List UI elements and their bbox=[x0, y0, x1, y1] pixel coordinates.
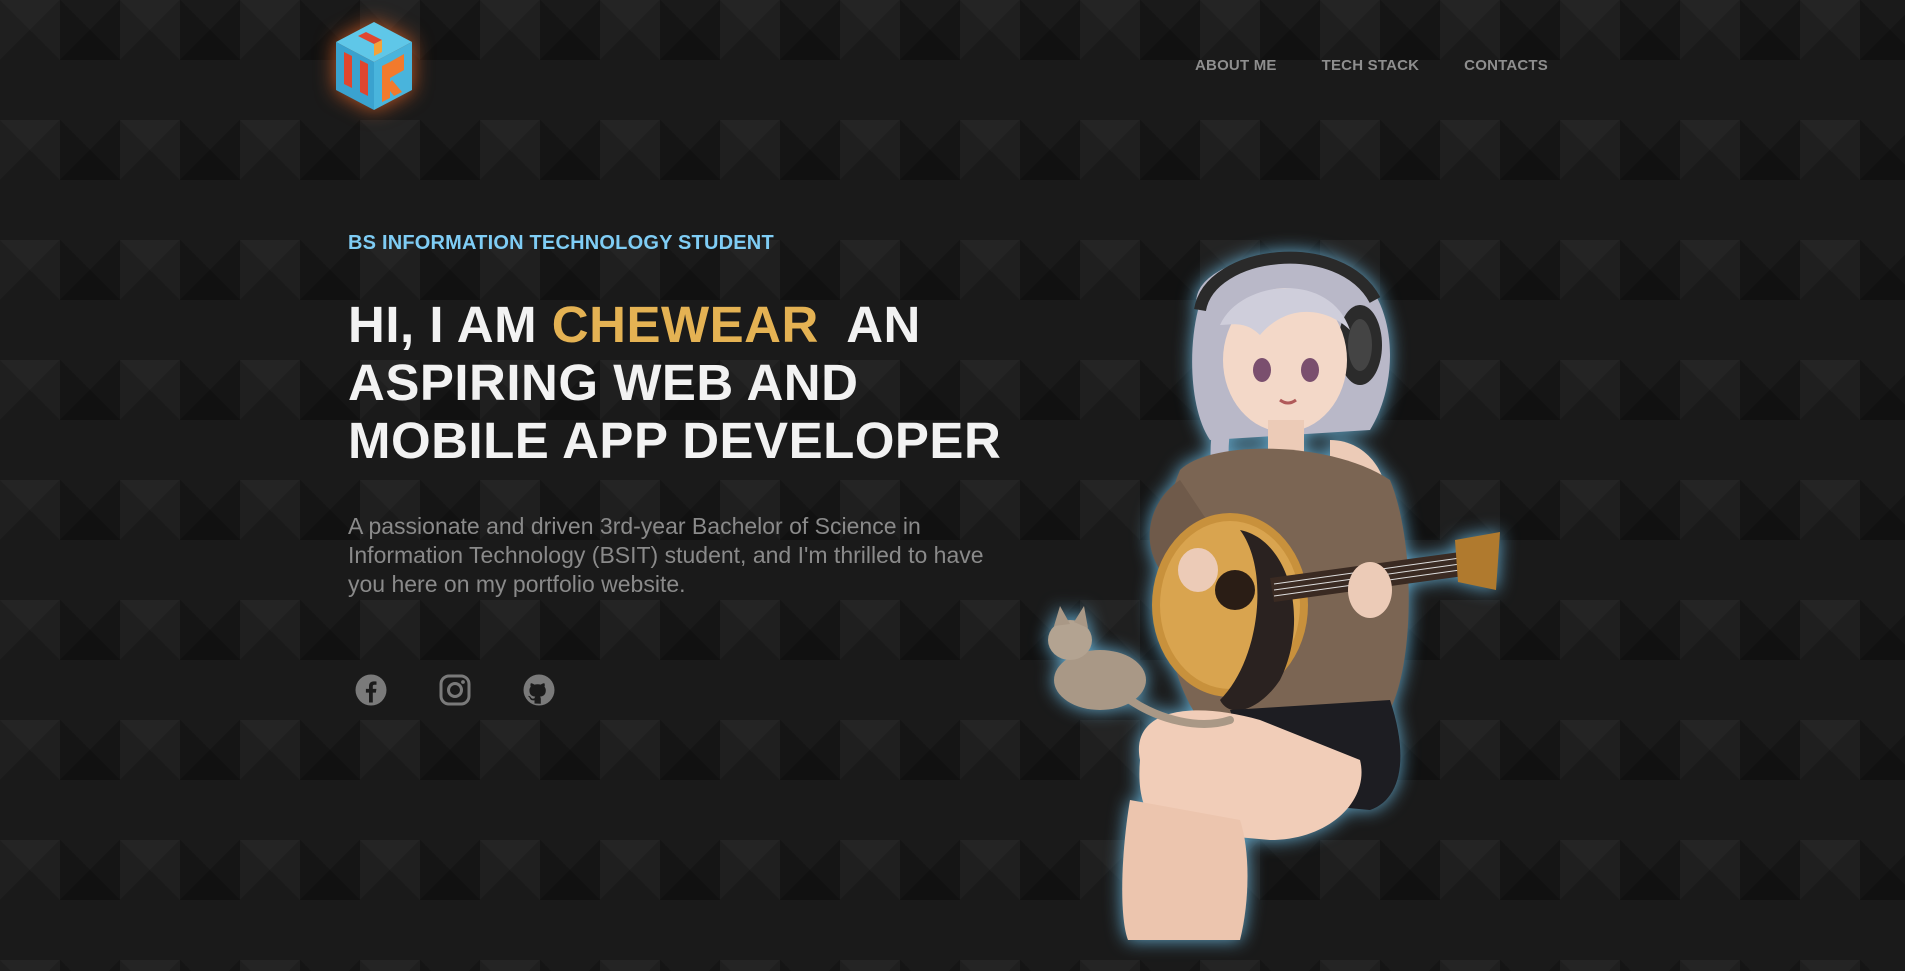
nav-about-me[interactable]: ABOUT ME bbox=[1195, 57, 1277, 74]
social-links bbox=[354, 673, 556, 707]
portfolio-page: ABOUT ME TECH STACK CONTACTS BS INFORMAT… bbox=[0, 0, 1905, 971]
facebook-icon[interactable] bbox=[354, 673, 388, 707]
nav-contacts[interactable]: CONTACTS bbox=[1464, 57, 1548, 74]
instagram-icon[interactable] bbox=[438, 673, 472, 707]
hero-description: A passionate and driven 3rd-year Bachelo… bbox=[348, 513, 984, 597]
headline-prefix: HI, I AM bbox=[348, 296, 552, 353]
cube-logo-icon[interactable] bbox=[330, 18, 418, 114]
anime-girl-guitar-illustration bbox=[1030, 240, 1500, 950]
github-icon[interactable] bbox=[522, 673, 556, 707]
main-nav: ABOUT ME TECH STACK CONTACTS bbox=[1195, 57, 1548, 74]
hero-eyebrow: BS INFORMATION TECHNOLOGY STUDENT bbox=[348, 232, 774, 254]
hero-headline: HI, I AM CHEWEAR AN ASPIRING WEB AND MOB… bbox=[348, 296, 1028, 470]
nav-tech-stack[interactable]: TECH STACK bbox=[1322, 57, 1420, 74]
headline-name: CHEWEAR bbox=[551, 296, 819, 353]
